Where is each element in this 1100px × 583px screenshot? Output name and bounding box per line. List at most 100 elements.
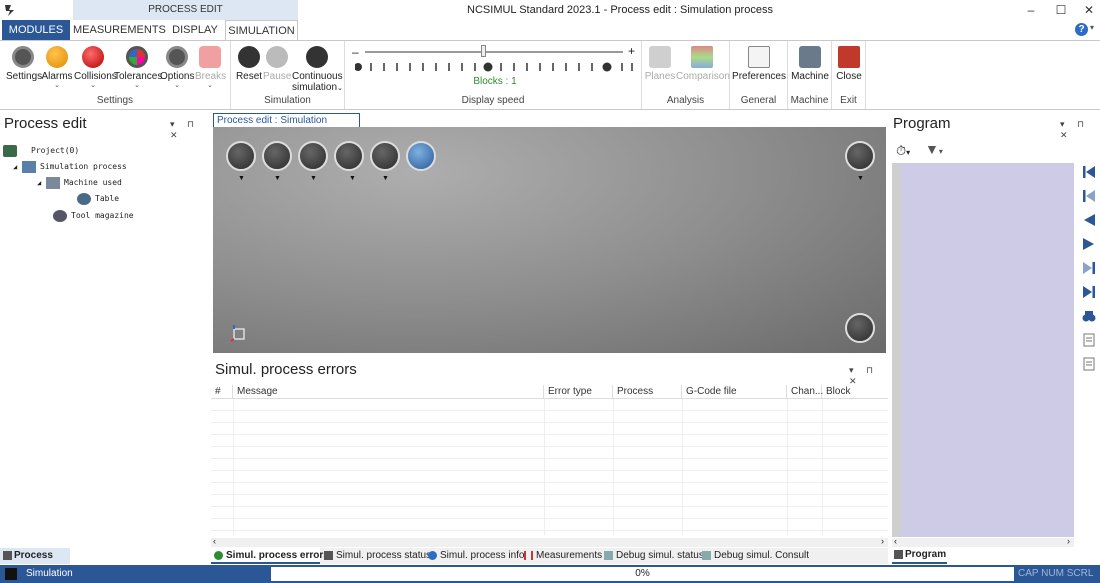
chevron-down-icon[interactable]: ▼ (310, 175, 317, 182)
scroll-right-icon[interactable]: › (1067, 536, 1070, 546)
tree-node-machine-used[interactable]: ◢ Machine used (37, 175, 122, 191)
next-tool-icon[interactable] (1082, 261, 1096, 275)
table-row[interactable] (211, 399, 888, 411)
chevron-down-icon[interactable]: ▼ (238, 175, 245, 182)
close-button[interactable]: Close (834, 44, 864, 82)
scroll-left-icon[interactable]: ‹ (894, 536, 897, 546)
tree-node-table[interactable]: Table (77, 191, 119, 207)
chevron-down-icon[interactable]: ▼ (857, 175, 864, 182)
preferences-button[interactable]: Preferences (732, 44, 786, 82)
rotate-view-icon[interactable] (406, 141, 436, 171)
simulation-viewport[interactable]: ▼ ▼ ▼ ▼ ▼ ▼ (213, 127, 886, 353)
help-icon[interactable]: ? (1075, 23, 1088, 36)
search-binoculars-icon[interactable] (1082, 309, 1096, 323)
chevron-down-icon[interactable]: ▼ (274, 175, 281, 182)
filter-icon[interactable]: ▼▾ (925, 141, 943, 157)
column-header-error-type[interactable]: Error type (544, 385, 613, 399)
tab-simul-process-status[interactable]: Simul. process status (321, 548, 431, 564)
continuous-simulation-button[interactable]: Continuous simulation⌄ (292, 44, 343, 93)
camera-settings-icon[interactable] (845, 141, 875, 171)
tab-simul-process-errors[interactable]: Simul. process errors (211, 548, 329, 564)
tree-node-simulation-process[interactable]: ◢ Simulation process (13, 159, 127, 175)
minimize-button[interactable]: – (1016, 0, 1046, 20)
document-icon[interactable] (1082, 333, 1096, 347)
alarms-button[interactable]: Alarms ⌄ (41, 44, 73, 90)
program-list[interactable] (892, 163, 1074, 537)
options-button[interactable]: Options ⌄ (160, 44, 194, 90)
tree-node-tool-magazine[interactable]: Tool magazine (53, 208, 134, 224)
tab-simulation[interactable]: SIMULATION (225, 20, 298, 40)
tab-process-edit[interactable]: Process edit (0, 548, 70, 576)
scroll-right-icon[interactable]: › (881, 536, 884, 546)
column-header-process[interactable]: Process (613, 385, 682, 399)
machine-button[interactable]: Machine (790, 44, 830, 82)
table-row[interactable] (211, 435, 888, 447)
selection-icon[interactable] (370, 141, 400, 171)
tab-measurements[interactable]: Measurements (521, 548, 602, 564)
chevron-down-icon: ⌄ (174, 82, 180, 89)
timer-icon[interactable]: ⏱▾ (896, 143, 910, 159)
tab-program[interactable]: Program (892, 548, 947, 564)
speed-slider-thumb[interactable] (481, 45, 486, 57)
settings-button[interactable]: Settings (6, 44, 42, 82)
view-objects-icon[interactable] (226, 141, 256, 171)
analysis-group: Planes Comparison Analysis (642, 41, 730, 109)
speed-decrease-button[interactable]: – (352, 45, 359, 59)
previous-block-icon[interactable] (1082, 213, 1096, 227)
help-caret-icon[interactable]: ▾ (1090, 23, 1094, 32)
last-block-icon[interactable] (1082, 285, 1096, 299)
tab-display[interactable]: DISPLAY (165, 20, 225, 40)
speed-slider-track[interactable] (365, 51, 623, 53)
planes-button[interactable]: Planes (644, 44, 676, 82)
table-row[interactable] (211, 471, 888, 483)
program-panel-controls[interactable]: ▾ ⊓ ✕ (1060, 119, 1100, 141)
column-header-channel[interactable]: Chan... (787, 385, 823, 399)
axis-triad-icon (230, 325, 245, 342)
cylinder-icon[interactable] (298, 141, 328, 171)
first-block-icon[interactable] (1082, 165, 1096, 179)
document-list-icon[interactable] (1082, 357, 1096, 371)
tab-simul-process-info[interactable]: Simul. process info (425, 548, 524, 564)
collisions-button[interactable]: Collisions ⌄ (74, 44, 117, 90)
table-row[interactable] (211, 459, 888, 471)
errors-panel-controls[interactable]: ▾ ⊓ ✕ (849, 365, 888, 387)
panel-controls[interactable]: ▾ ⊓ ✕ (170, 119, 210, 141)
tab-debug-simul-consult[interactable]: Debug simul. Consult (699, 548, 809, 564)
table-row[interactable] (211, 411, 888, 423)
pause-button[interactable]: Pause (263, 44, 291, 82)
table-row[interactable] (211, 483, 888, 495)
chevron-down-icon[interactable]: ▼ (349, 175, 356, 182)
document-tab[interactable]: Process edit : Simulation process (213, 113, 360, 139)
next-block-icon[interactable] (1082, 237, 1096, 251)
speed-ticks (355, 62, 633, 72)
reset-button[interactable]: Reset (234, 44, 264, 82)
table-row[interactable] (211, 495, 888, 507)
table-row[interactable] (211, 519, 888, 531)
table-row[interactable] (211, 507, 888, 519)
previous-tool-icon[interactable] (1082, 189, 1096, 203)
horizontal-scrollbar[interactable]: ‹ › (211, 536, 888, 547)
process-icon (22, 160, 37, 173)
comparison-button[interactable]: Comparison (676, 44, 730, 82)
speed-increase-button[interactable]: + (628, 44, 635, 58)
table-row[interactable] (211, 423, 888, 435)
chevron-down-icon[interactable]: ▼ (382, 175, 389, 182)
program-horizontal-scrollbar[interactable]: ‹ › (892, 536, 1074, 547)
tab-measurements[interactable]: MEASUREMENTS (73, 20, 166, 40)
close-window-button[interactable]: ✕ (1074, 0, 1100, 20)
scroll-left-icon[interactable]: ‹ (213, 536, 216, 546)
table-row[interactable] (211, 447, 888, 459)
display-mode-icon[interactable] (845, 313, 875, 343)
column-header-number[interactable]: # (211, 385, 233, 399)
tab-debug-simul-status[interactable]: Debug simul. status (601, 548, 704, 564)
maximize-button[interactable]: ☐ (1046, 0, 1076, 20)
stock-icon[interactable] (262, 141, 292, 171)
tree-node-project[interactable]: Project(0) (3, 143, 79, 159)
column-header-message[interactable]: Message (233, 385, 544, 399)
column-header-gcode-file[interactable]: G-Code file (682, 385, 787, 399)
zoom-icon[interactable] (334, 141, 364, 171)
column-header-block[interactable]: Block (822, 385, 888, 399)
tolerances-button[interactable]: Tolerances ⌄ (114, 44, 162, 90)
breaks-button[interactable]: Breaks ⌄ (195, 44, 226, 90)
tab-modules[interactable]: MODULES (2, 20, 70, 40)
